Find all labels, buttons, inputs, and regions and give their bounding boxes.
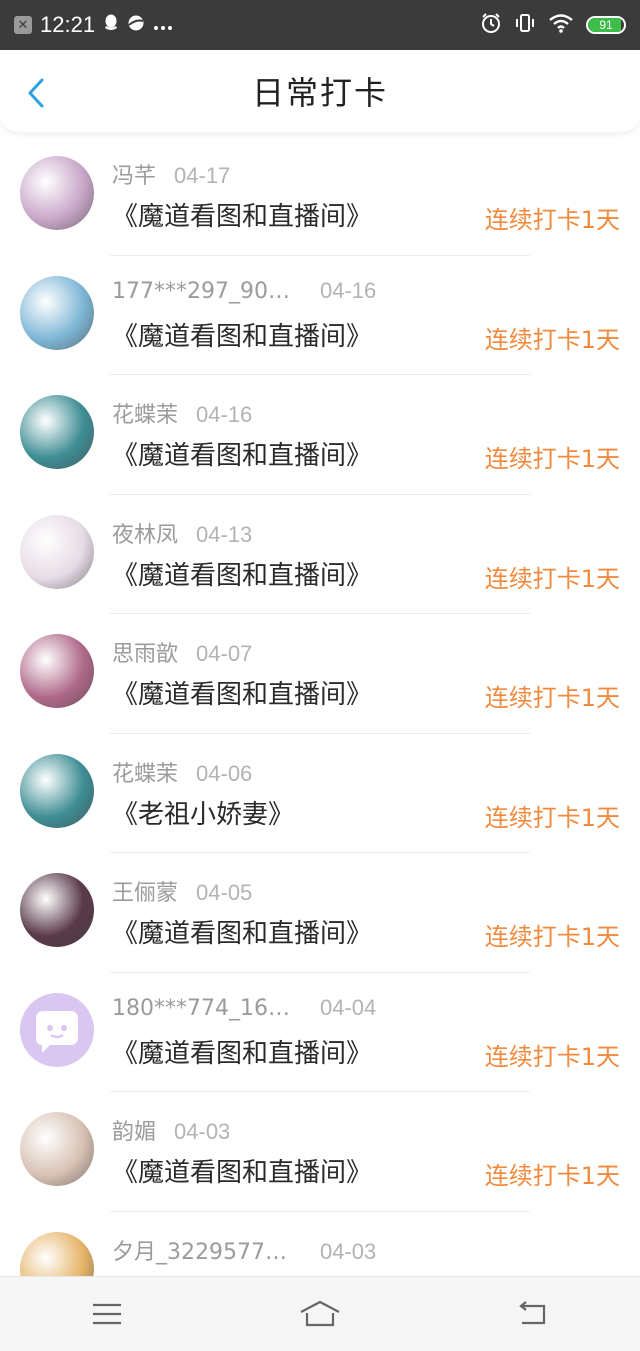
alarm-icon [480, 12, 502, 38]
book-title[interactable]: 《魔道看图和直播间》 [112, 555, 372, 592]
list-item[interactable]: 韵媚 04-03 《魔道看图和直播间》 连续打卡1天 [0, 1092, 640, 1212]
qq-icon [103, 14, 119, 37]
user-name: 王俪蒙 [112, 881, 179, 906]
list-item[interactable]: 花蝶茉 04-16 《魔道看图和直播间》 连续打卡1天 [0, 375, 640, 495]
avatar[interactable] [20, 873, 94, 947]
avatar[interactable] [20, 395, 94, 469]
book-title[interactable]: 《魔道看图和直播间》 [112, 1033, 372, 1070]
entry-meta: 花蝶茉 04-16 [112, 397, 252, 429]
entry-meta: 王俪蒙 04-05 [112, 875, 252, 907]
checkin-date: 04-06 [196, 760, 253, 786]
list-item[interactable]: 冯芊 04-17 《魔道看图和直播间》 连续打卡1天 [0, 136, 640, 256]
entry-meta: 花蝶茉 04-06 [112, 756, 252, 788]
entry-meta: 180***774_16… 04-04 [112, 995, 376, 1021]
checkin-list[interactable]: 冯芊 04-17 《魔道看图和直播间》 连续打卡1天 177***297_90… 04-1… [0, 136, 640, 1331]
list-item[interactable]: 177***297_90… 04-16 《魔道看图和直播间》 连续打卡1天 [0, 256, 640, 376]
entry-meta: 夕月_3229577… 04-03 [112, 1234, 376, 1266]
list-item[interactable]: 思雨歆 04-07 《魔道看图和直播间》 连续打卡1天 [0, 614, 640, 734]
checkin-date: 04-17 [174, 163, 231, 188]
close-box-icon: ✕ [14, 16, 32, 34]
list-item[interactable]: 夜林凤 04-13 《魔道看图和直播间》 连续打卡1天 [0, 495, 640, 615]
list-item[interactable]: 180***774_16… 04-04 《魔道看图和直播间》 连续打卡1天 [0, 973, 640, 1093]
streak-label: 连续打卡1天 [484, 684, 620, 712]
more-dots-icon [153, 15, 173, 36]
avatar[interactable] [20, 992, 94, 1067]
user-name: 思雨歆 [112, 642, 179, 667]
checkin-date: 04-03 [320, 1238, 377, 1264]
user-name: 177***297_90… [112, 278, 290, 304]
list-item[interactable]: 王俪蒙 04-05 《魔道看图和直播间》 连续打卡1天 [0, 853, 640, 973]
streak-label: 连续打卡1天 [484, 1162, 620, 1190]
user-name: 冯芊 [112, 164, 157, 189]
back-nav-button[interactable] [503, 1289, 563, 1339]
menu-button[interactable] [77, 1289, 137, 1339]
book-title[interactable]: 《魔道看图和直播间》 [112, 1152, 372, 1189]
menu-icon [92, 1303, 121, 1325]
avatar[interactable] [20, 1112, 94, 1186]
streak-label: 连续打卡1天 [484, 564, 620, 593]
battery-level: 91 [599, 18, 613, 32]
book-title[interactable]: 《魔道看图和直播间》 [112, 316, 372, 353]
system-nav-bar [0, 1276, 640, 1351]
book-title[interactable]: 《魔道看图和直播间》 [112, 674, 372, 711]
status-time: 12:21 [40, 12, 96, 37]
user-name: 180***774_16… [112, 995, 290, 1021]
book-title[interactable]: 《魔道看图和直播间》 [112, 435, 372, 472]
streak-label: 连续打卡1天 [484, 206, 620, 234]
checkin-date: 04-05 [196, 880, 253, 905]
checkin-date: 04-16 [320, 277, 377, 303]
entry-meta: 思雨歆 04-07 [112, 636, 252, 668]
user-name: 花蝶茉 [112, 403, 179, 428]
entry-meta: 冯芊 04-17 [112, 158, 230, 190]
user-name: 夜林凤 [112, 522, 179, 548]
avatar[interactable] [20, 634, 94, 708]
streak-label: 连续打卡1天 [484, 325, 620, 354]
avatar[interactable] [20, 156, 94, 230]
streak-label: 连续打卡1天 [484, 445, 620, 473]
checkin-date: 04-07 [196, 641, 253, 666]
header: 日常打卡 [0, 50, 640, 132]
avatar[interactable] [20, 275, 94, 350]
chevron-left-icon [28, 78, 44, 108]
checkin-date: 04-03 [174, 1119, 231, 1144]
book-title[interactable]: 《魔道看图和直播间》 [112, 913, 372, 950]
user-name: 花蝶茉 [112, 761, 179, 787]
page-title: 日常打卡 [251, 74, 388, 112]
user-name: 韵媚 [112, 1120, 157, 1145]
entry-meta: 夜林凤 04-13 [112, 517, 252, 549]
streak-label: 连续打卡1天 [484, 803, 620, 832]
streak-label: 连续打卡1天 [484, 1042, 620, 1071]
browser-icon [127, 14, 145, 37]
back-icon [519, 1301, 546, 1325]
back-button[interactable] [22, 76, 50, 110]
status-bar: ✕ 12:21 91 [0, 0, 640, 50]
wifi-icon [548, 13, 574, 37]
entry-meta: 韵媚 04-03 [112, 1114, 230, 1146]
book-title[interactable]: 《魔道看图和直播间》 [112, 196, 372, 233]
vibrate-icon [514, 12, 536, 38]
list-item[interactable]: 花蝶茉 04-06 《老祖小娇妻》 连续打卡1天 [0, 734, 640, 854]
book-title[interactable]: 《老祖小娇妻》 [112, 794, 294, 831]
checkin-date: 04-13 [196, 521, 253, 547]
checkin-date: 04-04 [320, 994, 377, 1020]
battery-icon: 91 [586, 16, 626, 34]
entry-meta: 177***297_90… 04-16 [112, 278, 376, 304]
home-icon [300, 1300, 340, 1327]
home-button[interactable] [290, 1289, 350, 1339]
avatar[interactable] [20, 514, 94, 589]
checkin-date: 04-16 [196, 402, 253, 427]
user-name: 夕月_3229577… [112, 1239, 287, 1265]
avatar[interactable] [20, 753, 94, 828]
streak-label: 连续打卡1天 [484, 923, 620, 951]
